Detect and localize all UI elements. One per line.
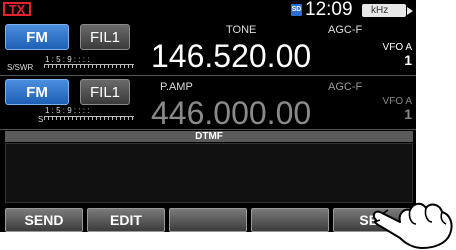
sd-card-icon: SD xyxy=(291,4,302,16)
sub-meter-scale: 1 : 5 : 9 : : : : xyxy=(45,106,90,115)
dtmf-title: DTMF xyxy=(5,131,413,142)
main-mode-button[interactable]: FM xyxy=(5,24,69,50)
clock: 12:09 xyxy=(305,0,353,20)
unit-arrow-icon xyxy=(407,7,413,15)
softkey-send[interactable]: SEND xyxy=(5,208,83,232)
s-swr-meter-label: S/SWR xyxy=(7,63,34,72)
s-meter-label: S xyxy=(38,115,44,124)
softkey-edit[interactable]: EDIT xyxy=(87,208,165,232)
sub-agc-indicator: AGC-F xyxy=(328,81,363,93)
sub-frequency[interactable]: 446.000.00 xyxy=(151,96,311,130)
tx-indicator: TX xyxy=(3,2,31,17)
band-divider xyxy=(0,75,416,76)
frequency-unit-indicator[interactable]: kHz xyxy=(362,4,406,17)
sub-mode-button[interactable]: FM xyxy=(5,79,69,105)
main-meter-bar xyxy=(44,64,134,68)
radio-display: TX SD 12:09 kHz FM FIL1 TONE AGC-F 146.5… xyxy=(0,0,416,232)
sub-vfo-number: 1 xyxy=(404,106,412,122)
softkey-3[interactable] xyxy=(169,208,247,232)
dtmf-memory-list[interactable] xyxy=(5,143,413,203)
hand-pointer-icon xyxy=(372,202,453,249)
tone-indicator: TONE xyxy=(226,24,257,36)
main-vfo-number: 1 xyxy=(404,52,412,68)
preamp-indicator: P.AMP xyxy=(160,81,193,93)
sub-meter-bar xyxy=(44,116,134,120)
main-filter-button[interactable]: FIL1 xyxy=(80,24,130,50)
softkey-4[interactable] xyxy=(251,208,329,232)
main-meter-scale: 1 : 5 : 9 : : : : xyxy=(45,55,90,64)
section-divider xyxy=(0,129,416,130)
main-agc-indicator: AGC-F xyxy=(328,24,363,36)
sub-filter-button[interactable]: FIL1 xyxy=(80,79,130,105)
main-frequency[interactable]: 146.520.00 xyxy=(151,39,311,73)
